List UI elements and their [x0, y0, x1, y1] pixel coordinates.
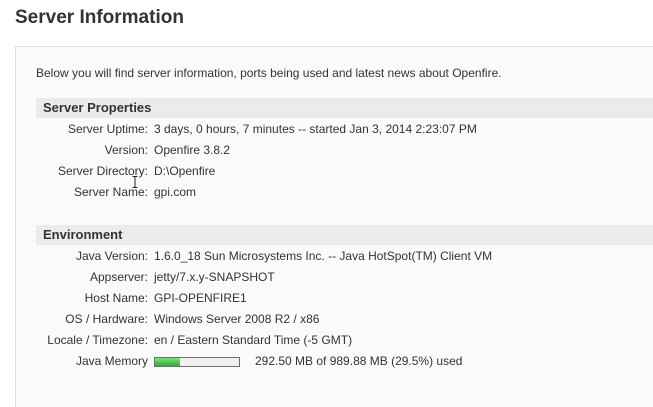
server-name-row: Server Name: gpi.com [36, 182, 653, 203]
appserver-value: jetty/7.x.y-SNAPSHOT [154, 270, 275, 284]
server-name-value: gpi.com [154, 185, 197, 199]
page-title: Server Information [15, 7, 184, 28]
version-value: Openfire 3.8.2 [154, 143, 231, 157]
version-row: Version: Openfire 3.8.2 [36, 140, 653, 161]
host-name-label: Host Name: [84, 291, 148, 305]
locale-timezone-label: Locale / Timezone: [47, 333, 148, 347]
locale-timezone-value: en / Eastern Standard Time (-5 GMT) [154, 333, 353, 347]
environment-header: Environment [36, 225, 653, 245]
version-label: Version: [104, 143, 148, 157]
server-directory-row: Server Directory: D:\Openfire [36, 161, 653, 182]
os-hardware-value: Windows Server 2008 R2 / x86 [154, 312, 320, 326]
java-version-label: Java Version: [75, 249, 148, 263]
os-hardware-label: OS / Hardware: [65, 312, 148, 326]
java-version-row: Java Version: 1.6.0_18 Sun Microsystems … [36, 246, 653, 267]
server-uptime-row: Server Uptime: 3 days, 0 hours, 7 minute… [36, 119, 653, 140]
host-name-value: GPI-OPENFIRE1 [154, 291, 247, 305]
text-cursor-icon [132, 176, 138, 188]
server-uptime-value: 3 days, 0 hours, 7 minutes -- started Ja… [154, 122, 477, 136]
appserver-label: Appserver: [89, 270, 148, 284]
java-version-value: 1.6.0_18 Sun Microsystems Inc. -- Java H… [154, 249, 493, 263]
memory-progress-bar [154, 357, 240, 367]
os-hardware-row: OS / Hardware: Windows Server 2008 R2 / … [36, 309, 653, 330]
host-name-row: Host Name: GPI-OPENFIRE1 [36, 288, 653, 309]
server-directory-value: D:\Openfire [154, 164, 216, 178]
server-info-panel: Below you will find server information, … [15, 46, 653, 407]
server-properties-header: Server Properties [36, 98, 653, 118]
java-memory-row: Java Memory 292.50 MB of 989.88 MB (29.5… [36, 351, 653, 372]
memory-progress-fill [155, 358, 180, 366]
java-memory-value: 292.50 MB of 989.88 MB (29.5%) used [255, 354, 463, 368]
server-uptime-label: Server Uptime: [67, 122, 148, 136]
intro-text: Below you will find server information, … [36, 66, 502, 80]
locale-timezone-row: Locale / Timezone: en / Eastern Standard… [36, 330, 653, 351]
java-memory-label: Java Memory [75, 354, 148, 368]
appserver-row: Appserver: jetty/7.x.y-SNAPSHOT [36, 267, 653, 288]
